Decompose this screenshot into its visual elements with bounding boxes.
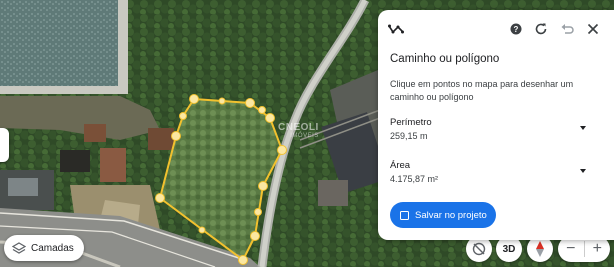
watermark-subtext: IMÓVEIS bbox=[290, 133, 319, 139]
perimeter-row[interactable]: Perímetro 259,15 m bbox=[390, 117, 600, 141]
layers-icon bbox=[12, 242, 26, 254]
perimeter-value: 259,15 m bbox=[390, 131, 428, 141]
panel-title: Caminho ou polígono bbox=[390, 53, 500, 65]
layers-label: Camadas bbox=[31, 242, 74, 254]
path-icon bbox=[388, 21, 404, 37]
measure-panel: ? Caminho ou polígono Clique em pontos n… bbox=[378, 10, 614, 240]
layers-button[interactable]: Camadas bbox=[4, 235, 84, 261]
compass-icon bbox=[536, 241, 544, 257]
save-to-project-button[interactable]: Salvar no projeto bbox=[390, 202, 496, 228]
save-icon bbox=[400, 210, 409, 220]
area-label: Área bbox=[390, 160, 411, 171]
close-icon[interactable] bbox=[585, 21, 601, 37]
save-label: Salvar no projeto bbox=[415, 209, 487, 221]
area-row[interactable]: Área 4.175,87 m² bbox=[390, 160, 600, 184]
svg-text:?: ? bbox=[514, 25, 519, 34]
undo-icon[interactable] bbox=[559, 21, 575, 37]
watermark: CNEOLI IMÓVEIS bbox=[278, 122, 319, 139]
rotate-map-icon bbox=[472, 242, 486, 256]
area-unit-dropdown-icon[interactable] bbox=[580, 169, 586, 173]
refresh-icon[interactable] bbox=[533, 21, 549, 37]
help-icon[interactable]: ? bbox=[508, 21, 524, 37]
area-value: 4.175,87 m² bbox=[390, 174, 439, 184]
side-panel-toggle[interactable] bbox=[0, 128, 9, 162]
panel-header: ? bbox=[378, 18, 614, 40]
perimeter-label: Perímetro bbox=[390, 117, 432, 128]
panel-description: Clique em pontos no mapa para desenhar u… bbox=[390, 79, 574, 102]
perimeter-unit-dropdown-icon[interactable] bbox=[580, 126, 586, 130]
watermark-text: CNEOLI bbox=[278, 122, 319, 133]
